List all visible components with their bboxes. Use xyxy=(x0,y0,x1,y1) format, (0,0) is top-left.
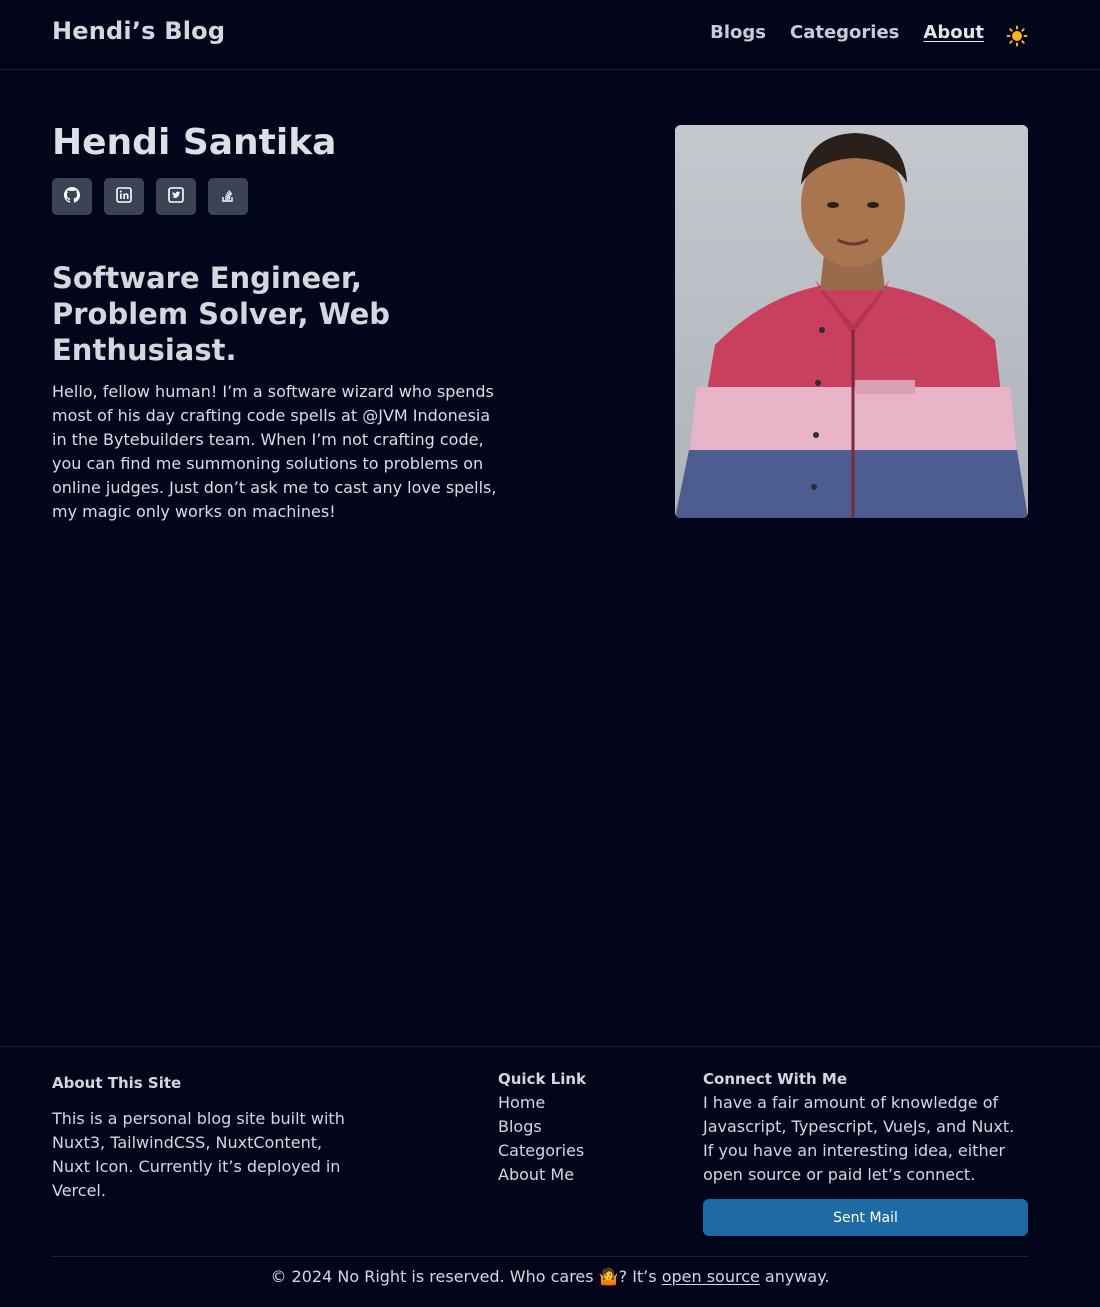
footer-quick-links: Home Blogs Categories About Me xyxy=(498,1091,584,1187)
copyright: © 2024 No Right is reserved. Who cares 🤷… xyxy=(0,1267,1100,1286)
main-nav: Blogs Categories About xyxy=(710,22,984,43)
footer-quick-title: Quick Link xyxy=(498,1070,587,1088)
profile-photo xyxy=(675,125,1028,518)
twitter-link[interactable] xyxy=(156,178,196,215)
sun-icon[interactable] xyxy=(1006,25,1028,47)
nav-link-categories[interactable]: Categories xyxy=(790,22,899,43)
profile-name: Hendi Santika xyxy=(52,122,337,163)
copyright-suffix: anyway. xyxy=(759,1267,830,1286)
footer-about-text: This is a personal blog site built with … xyxy=(52,1109,345,1200)
footer-link-home[interactable]: Home xyxy=(498,1093,545,1112)
footer-link-categories[interactable]: Categories xyxy=(498,1141,584,1160)
copyright-prefix: © 2024 No Right is reserved. Who cares 🤷… xyxy=(270,1267,662,1286)
github-icon xyxy=(64,186,80,207)
nav-link-blogs[interactable]: Blogs xyxy=(710,22,766,43)
list-item: Home xyxy=(498,1091,584,1115)
site-brand[interactable]: Hendi’s Blog xyxy=(52,17,225,45)
profile-bio: Hello, fellow human! I’m a software wiza… xyxy=(52,382,497,521)
open-source-link[interactable]: open source xyxy=(662,1267,760,1286)
list-item: Blogs xyxy=(498,1115,584,1139)
site-footer: About This Site This is a personal blog … xyxy=(0,1046,1100,1307)
footer-link-about-me[interactable]: About Me xyxy=(498,1165,574,1184)
github-link[interactable] xyxy=(52,178,92,215)
nav-link-about[interactable]: About xyxy=(923,22,984,43)
footer-connect-text: I have a fair amount of knowledge of Jav… xyxy=(703,1093,1015,1184)
stackoverflow-icon xyxy=(220,187,236,207)
footer-link-blogs[interactable]: Blogs xyxy=(498,1117,542,1136)
stackoverflow-link[interactable] xyxy=(208,178,248,215)
footer-about-title: About This Site xyxy=(52,1074,182,1092)
twitter-icon xyxy=(168,186,184,207)
list-item: Categories xyxy=(498,1139,584,1163)
linkedin-icon xyxy=(116,186,132,207)
footer-connect-title: Connect With Me xyxy=(703,1070,847,1088)
sent-mail-button[interactable]: Sent Mail xyxy=(703,1199,1028,1236)
social-links xyxy=(52,178,248,215)
footer-divider xyxy=(52,1256,1028,1257)
list-item: About Me xyxy=(498,1163,584,1187)
linkedin-link[interactable] xyxy=(104,178,144,215)
site-header: Hendi’s Blog Blogs Categories About xyxy=(0,0,1100,70)
profile-tagline: Software Engineer, Problem Solver, Web E… xyxy=(52,261,391,367)
